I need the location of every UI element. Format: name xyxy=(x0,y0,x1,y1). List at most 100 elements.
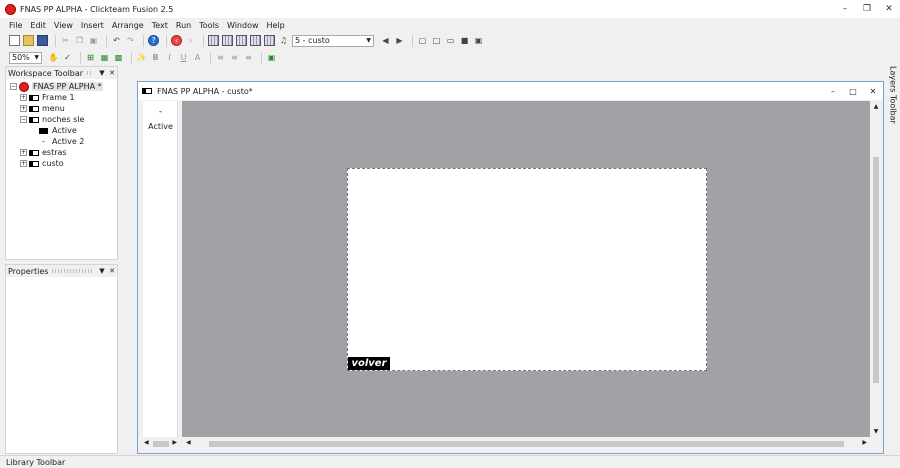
menu-text[interactable]: Text xyxy=(152,21,168,30)
menu-view[interactable]: View xyxy=(54,21,73,30)
horizontal-scroll-thumb[interactable] xyxy=(153,441,169,447)
effects-icon[interactable]: ✨ xyxy=(136,52,147,63)
toolbar-separator xyxy=(412,34,413,47)
minimize-icon[interactable]: – xyxy=(834,0,856,18)
menu-run[interactable]: Run xyxy=(176,21,191,30)
collapse-icon[interactable]: − xyxy=(20,116,27,123)
scroll-left-icon[interactable]: ◀ xyxy=(144,439,149,446)
redo-icon[interactable]: ↷ xyxy=(125,35,136,46)
scroll-down-icon[interactable]: ▼ xyxy=(870,428,882,435)
grid-setup-icon[interactable]: ⊞ xyxy=(85,52,96,63)
tree-item-project[interactable]: − FNAS PP ALPHA * xyxy=(10,81,117,92)
align-right-icon[interactable]: ≡ xyxy=(243,52,254,63)
layers-toolbar-tab[interactable]: Layers Toolbar xyxy=(886,66,900,136)
help-icon[interactable]: ? xyxy=(148,35,159,46)
menu-arrange[interactable]: Arrange xyxy=(112,21,144,30)
frame-canvas[interactable]: volver xyxy=(347,168,707,371)
menu-help[interactable]: Help xyxy=(267,21,285,30)
vertical-scroll-thumb[interactable] xyxy=(873,157,879,383)
title-bar: FNAS PP ALPHA - Clickteam Fusion 2.5 – ❐… xyxy=(0,0,900,18)
menu-window[interactable]: Window xyxy=(227,21,259,30)
horizontal-scroll-thumb[interactable] xyxy=(209,441,844,447)
close-icon[interactable]: ✕ xyxy=(107,69,117,77)
scroll-right-icon[interactable]: ▶ xyxy=(172,439,177,446)
minimize-icon[interactable]: – xyxy=(823,82,843,100)
tree-item-frame[interactable]: − noches sle xyxy=(10,114,117,125)
frame-editor-icon[interactable] xyxy=(222,35,233,46)
tree-item-object[interactable]: Active xyxy=(10,125,117,136)
menu-file[interactable]: File xyxy=(9,21,22,30)
event-list-editor-icon[interactable] xyxy=(250,35,261,46)
align-center-icon[interactable]: ≡ xyxy=(229,52,240,63)
editor-title-bar: FNAS PP ALPHA - custo* – □ ✕ xyxy=(138,82,883,100)
horizontal-scrollbar[interactable]: ◀ ▶ xyxy=(182,438,871,450)
app-logo-icon xyxy=(19,81,29,92)
forward-icon[interactable]: › xyxy=(185,35,196,46)
underline-icon[interactable]: U xyxy=(178,52,189,63)
expand-icon[interactable]: + xyxy=(20,105,27,112)
expand-icon[interactable]: + xyxy=(20,94,27,101)
run-application-icon[interactable]: ▢ xyxy=(417,35,428,46)
stop-icon[interactable]: ■ xyxy=(459,35,470,46)
data-elements-icon[interactable] xyxy=(264,35,275,46)
expand-icon[interactable]: + xyxy=(20,149,27,156)
text-color-icon[interactable]: A xyxy=(192,52,203,63)
object-list-item[interactable]: Active xyxy=(143,122,178,131)
run-debug-icon[interactable]: ▭ xyxy=(445,35,456,46)
undo-icon[interactable]: ↶ xyxy=(111,35,122,46)
close-icon[interactable]: ✕ xyxy=(863,82,883,100)
music-icon[interactable]: ♫ xyxy=(278,35,289,46)
bold-icon[interactable]: B xyxy=(150,52,161,63)
close-icon[interactable]: ✕ xyxy=(107,267,117,275)
pick-tool-icon[interactable]: ✓ xyxy=(62,52,73,63)
paste-icon[interactable]: ▣ xyxy=(88,35,99,46)
previous-frame-icon[interactable]: ◀ xyxy=(380,35,391,46)
tree-item-object[interactable]: - Active 2 xyxy=(10,136,117,147)
tree-item-frame[interactable]: + custo xyxy=(10,158,117,169)
vertical-scrollbar[interactable]: ▲ ▼ xyxy=(870,101,882,437)
italic-icon[interactable]: I xyxy=(164,52,175,63)
hand-tool-icon[interactable]: ✋ xyxy=(48,52,59,63)
new-file-icon[interactable] xyxy=(9,35,20,46)
tree-item-frame[interactable]: + estras xyxy=(10,147,117,158)
drag-grip[interactable] xyxy=(52,269,93,273)
zoom-dropdown[interactable]: 50% ▼ xyxy=(9,51,42,64)
close-icon[interactable]: ✕ xyxy=(878,0,900,18)
snap-grid-icon[interactable]: ▩ xyxy=(113,52,124,63)
tree-item-frame[interactable]: + menu xyxy=(10,103,117,114)
run-frame-icon[interactable]: □ xyxy=(431,35,442,46)
volver-object[interactable]: volver xyxy=(348,357,390,370)
editor-canvas-area[interactable]: volver xyxy=(182,101,871,437)
collapse-icon[interactable]: − xyxy=(10,83,17,90)
back-icon[interactable]: ‹ xyxy=(171,35,182,46)
build-icon[interactable]: ▣ xyxy=(473,35,484,46)
cut-icon[interactable]: ✂ xyxy=(60,35,71,46)
drag-grip[interactable] xyxy=(87,71,93,75)
menu-insert[interactable]: Insert xyxy=(81,21,104,30)
frame-selector-dropdown[interactable]: 5 - custo ▼ xyxy=(292,34,374,47)
fit-screen-icon[interactable]: ▣ xyxy=(266,52,277,63)
expand-icon[interactable]: + xyxy=(20,160,27,167)
menu-tools[interactable]: Tools xyxy=(199,21,219,30)
storyboard-editor-icon[interactable] xyxy=(208,35,219,46)
library-title[interactable]: Library Toolbar xyxy=(6,458,65,467)
object-list-scrollbar[interactable]: ◀ ▶ xyxy=(143,438,178,450)
scroll-left-icon[interactable]: ◀ xyxy=(186,439,191,446)
maximize-icon[interactable]: ❐ xyxy=(856,0,878,18)
show-grid-icon[interactable]: ▦ xyxy=(99,52,110,63)
align-left-icon[interactable]: ≡ xyxy=(215,52,226,63)
scroll-right-icon[interactable]: ▶ xyxy=(862,439,867,446)
next-frame-icon[interactable]: ▶ xyxy=(394,35,405,46)
scroll-up-icon[interactable]: ▲ xyxy=(870,103,882,110)
save-icon[interactable] xyxy=(37,35,48,46)
copy-icon[interactable]: ❐ xyxy=(74,35,85,46)
tree-item-frame[interactable]: + Frame 1 xyxy=(10,92,117,103)
maximize-icon[interactable]: □ xyxy=(843,82,863,100)
event-editor-icon[interactable] xyxy=(236,35,247,46)
menu-edit[interactable]: Edit xyxy=(30,21,46,30)
open-file-icon[interactable] xyxy=(23,35,34,46)
workspace-header: Workspace Toolbar ▼ ✕ xyxy=(6,67,117,79)
frame-icon xyxy=(29,149,39,156)
pin-icon[interactable]: ▼ xyxy=(97,267,107,275)
pin-icon[interactable]: ▼ xyxy=(97,69,107,77)
